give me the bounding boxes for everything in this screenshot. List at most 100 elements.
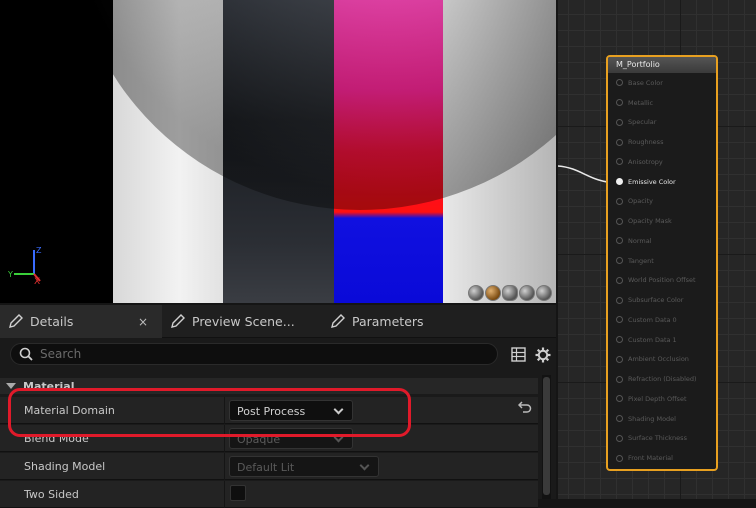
node-pin[interactable]: Opacity	[608, 192, 716, 212]
pin-connector-icon[interactable]	[616, 257, 623, 265]
tab-parameters[interactable]: Parameters	[330, 305, 424, 338]
pencil-icon	[331, 314, 345, 328]
node-pin[interactable]: Front Material	[608, 448, 716, 468]
details-search-row: Search	[0, 338, 556, 372]
details-scrollbar[interactable]	[542, 375, 551, 499]
tab-details-label: Details	[30, 314, 74, 329]
shading-model-dropdown[interactable]: Default Lit	[229, 456, 379, 477]
pin-connector-icon[interactable]	[616, 197, 623, 205]
node-pin[interactable]: Pixel Depth Offset	[608, 389, 716, 409]
pin-connector-icon[interactable]	[616, 296, 623, 304]
pin-label: Refraction (Disabled)	[628, 375, 697, 384]
reset-arrow-icon[interactable]	[518, 401, 532, 413]
pin-connector-icon[interactable]	[616, 118, 623, 126]
tab-details[interactable]: Details ×	[0, 305, 162, 338]
pin-label: Custom Data 1	[628, 335, 677, 344]
pin-label: Ambient Occlusion	[628, 355, 689, 364]
section-material-title: Material	[23, 379, 75, 393]
chevron-down-icon	[333, 404, 344, 415]
node-pin[interactable]: Subsurface Color	[608, 290, 716, 310]
pin-connector-icon[interactable]	[616, 178, 623, 186]
pin-connector-icon[interactable]	[616, 415, 623, 423]
property-blend-mode: Blend Mode Opaque	[0, 425, 538, 452]
tab-preview-scene[interactable]: Preview Scene...	[166, 305, 295, 338]
node-pin[interactable]: Base Color	[608, 73, 716, 93]
node-pin[interactable]: World Position Offset	[608, 271, 716, 291]
shading-model-label: Shading Model	[24, 460, 106, 473]
table-view-icon[interactable]	[511, 347, 526, 362]
pin-connector-icon[interactable]	[616, 237, 623, 245]
node-pin[interactable]: Refraction (Disabled)	[608, 369, 716, 389]
plane-preview-icon[interactable]	[502, 285, 518, 301]
pin-connector-icon[interactable]	[616, 99, 623, 107]
node-pin[interactable]: Opacity Mask	[608, 211, 716, 231]
search-placeholder: Search	[40, 347, 82, 361]
blend-mode-dropdown: Opaque	[229, 428, 353, 449]
gizmo-z-label: Z	[36, 246, 42, 255]
material-domain-dropdown[interactable]: Post Process	[229, 400, 353, 421]
pin-label: Normal	[628, 236, 652, 245]
pin-connector-icon[interactable]	[616, 375, 623, 383]
preview-stripe-color	[334, 0, 443, 303]
column-divider[interactable]	[224, 425, 225, 452]
section-material[interactable]: Material	[0, 378, 538, 394]
column-divider[interactable]	[224, 397, 225, 424]
pin-connector-icon[interactable]	[616, 355, 623, 363]
pin-connector-icon[interactable]	[616, 336, 623, 344]
pin-connector-icon[interactable]	[616, 395, 623, 403]
pencil-icon	[9, 314, 23, 328]
blend-mode-value: Opaque	[237, 433, 281, 446]
column-divider[interactable]	[224, 481, 225, 508]
pin-label: Subsurface Color	[628, 296, 684, 305]
axis-gizmo-icon: Z Y X	[8, 246, 42, 284]
search-input[interactable]: Search	[10, 343, 498, 365]
pin-label: Pixel Depth Offset	[628, 394, 687, 403]
material-domain-label: Material Domain	[24, 404, 115, 417]
pin-connector-icon[interactable]	[616, 276, 623, 284]
property-shading-model: Shading Model Default Lit	[0, 453, 538, 480]
pin-label: Specular	[628, 118, 657, 127]
material-preview-viewport[interactable]: Z Y X	[0, 0, 556, 303]
node-pin[interactable]: Roughness	[608, 132, 716, 152]
close-icon[interactable]: ×	[138, 315, 148, 329]
pin-label: Metallic	[628, 98, 654, 107]
pin-connector-icon[interactable]	[616, 138, 623, 146]
teapot-preview-icon[interactable]	[536, 285, 552, 301]
node-pin[interactable]: Custom Data 0	[608, 310, 716, 330]
cylinder-preview-icon[interactable]	[468, 285, 484, 301]
node-pin[interactable]: Normal	[608, 231, 716, 251]
node-pin[interactable]: Custom Data 1	[608, 330, 716, 350]
node-title: M_Portfolio	[608, 57, 716, 73]
pin-connector-icon[interactable]	[616, 454, 623, 462]
details-tabbar: Details × Preview Scene... Parameters	[0, 305, 556, 338]
preview-mesh-toolbar	[468, 285, 552, 301]
scrollbar-thumb[interactable]	[543, 377, 550, 495]
sphere-preview-icon[interactable]	[485, 285, 501, 301]
pin-connector-icon[interactable]	[616, 434, 623, 442]
pin-connector-icon[interactable]	[616, 316, 623, 324]
preview-stripe-black	[223, 0, 334, 303]
node-pin[interactable]: Shading Model	[608, 409, 716, 429]
pin-label: Emissive Color	[628, 177, 676, 186]
gear-icon[interactable]	[535, 347, 551, 363]
node-pin[interactable]: Metallic	[608, 93, 716, 113]
node-pin[interactable]: Specular	[608, 113, 716, 133]
pin-connector-icon[interactable]	[616, 158, 623, 166]
pin-connector-icon[interactable]	[616, 79, 623, 87]
node-pin[interactable]: Ambient Occlusion	[608, 350, 716, 370]
node-pin[interactable]: Emissive Color	[608, 172, 716, 192]
node-pin[interactable]: Tangent	[608, 251, 716, 271]
material-graph-canvas[interactable]: M_Portfolio Base Color Metallic Specular Ro…	[558, 0, 756, 499]
pin-label: Roughness	[628, 138, 664, 147]
node-pin[interactable]: Anisotropy	[608, 152, 716, 172]
tab-parameters-label: Parameters	[352, 314, 424, 329]
column-divider[interactable]	[224, 453, 225, 480]
shading-model-value: Default Lit	[237, 461, 295, 474]
two-sided-label: Two Sided	[24, 488, 79, 501]
node-pin[interactable]: Surface Thickness	[608, 429, 716, 449]
pin-label: Custom Data 0	[628, 315, 677, 324]
pin-connector-icon[interactable]	[616, 217, 623, 225]
cube-preview-icon[interactable]	[519, 285, 535, 301]
material-output-node[interactable]: M_Portfolio Base Color Metallic Specular Ro…	[606, 55, 718, 471]
preview-stripe-white	[113, 0, 223, 303]
